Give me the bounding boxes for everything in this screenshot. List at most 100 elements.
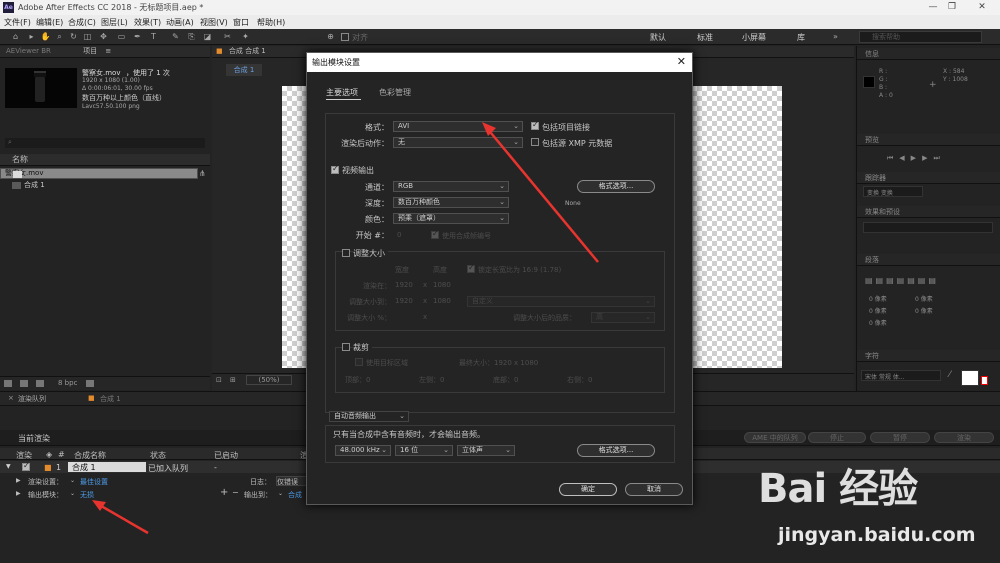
audio-output-select[interactable]: 自动音频输出 ⌄: [329, 411, 409, 422]
queue-in-ame-button[interactable]: AME 中的队列: [744, 432, 806, 443]
para-space-before[interactable]: 0 像素: [915, 306, 933, 315]
resize-preset-select[interactable]: 自定义 ⌄: [467, 296, 655, 307]
tab-main-options[interactable]: 主要选项: [326, 87, 358, 98]
hand-tool-icon[interactable]: ✋: [40, 32, 51, 42]
workspace-small-screen[interactable]: 小屏幕: [742, 32, 766, 43]
video-output-checkbox[interactable]: [331, 164, 339, 174]
header-index[interactable]: #: [58, 450, 65, 459]
para-first-line[interactable]: 0 像素: [869, 306, 887, 315]
menu-help[interactable]: 帮助(H): [257, 17, 285, 28]
maximize-icon[interactable]: ❐: [943, 1, 961, 13]
selection-tool-icon[interactable]: ▸: [26, 32, 37, 42]
chevron-down-icon[interactable]: ⌄: [278, 490, 283, 497]
item-comp-name[interactable]: 合成 1: [68, 462, 146, 472]
menu-edit[interactable]: 编辑(E): [36, 17, 63, 28]
remove-output-icon[interactable]: −: [232, 488, 239, 497]
crop-top[interactable]: 顶部：0: [345, 375, 370, 385]
tab-aeviewer[interactable]: AEViewer BR: [6, 47, 51, 55]
use-comp-frame-checkbox[interactable]: [431, 229, 439, 239]
project-item-clip[interactable]: 警察女.mov: [0, 168, 198, 179]
new-folder-icon[interactable]: [20, 380, 28, 387]
interpret-footage-icon[interactable]: [4, 380, 12, 387]
crop-right[interactable]: 右侧：0: [567, 375, 592, 385]
audio-rate-select[interactable]: 48.000 kHz ⌄: [335, 445, 391, 456]
pan-behind-tool-icon[interactable]: ✥: [98, 32, 109, 42]
effects-panel-title[interactable]: 效果和预设: [857, 206, 1000, 218]
tab-project[interactable]: 项目: [83, 47, 97, 55]
color-select[interactable]: 预乘（遮罩） ⌄: [393, 213, 509, 224]
snap-checkbox[interactable]: [341, 33, 349, 41]
depth-select[interactable]: 数百万种颜色 ⌄: [393, 197, 509, 208]
workspace-default[interactable]: 默认: [650, 32, 666, 43]
resize-quality-select[interactable]: 高 ⌄: [591, 312, 655, 323]
pen-tool-icon[interactable]: ✒: [132, 32, 143, 42]
start-frame-value[interactable]: 0: [397, 231, 401, 239]
clone-tool-icon[interactable]: ⎘: [186, 32, 197, 42]
roto-tool-icon[interactable]: ✂: [222, 32, 233, 42]
character-panel-title[interactable]: 字符: [857, 350, 1000, 362]
channels-select[interactable]: RGB ⌄: [393, 181, 509, 192]
render-checkbox[interactable]: [22, 461, 30, 471]
header-status[interactable]: 状态: [150, 450, 166, 461]
expand-icon[interactable]: ▶: [16, 477, 21, 484]
stop-button[interactable]: 停止: [808, 432, 866, 443]
chevron-down-icon[interactable]: ⌄: [70, 477, 75, 484]
render-settings-link[interactable]: 最佳设置: [80, 477, 108, 487]
home-icon[interactable]: ⌂: [10, 32, 21, 42]
ok-button[interactable]: 确定: [559, 483, 617, 496]
tracker-select[interactable]: 变换 变换: [863, 186, 923, 197]
effects-search-input[interactable]: [863, 222, 993, 233]
resize-checkbox[interactable]: [342, 249, 350, 257]
header-render[interactable]: 渲染: [16, 450, 32, 461]
paragraph-align-icons[interactable]: ▤▤▤▤▤▤▤: [865, 276, 939, 285]
playback-controls-icon[interactable]: ⏮◀▶▶⏭: [887, 154, 946, 163]
label-color-icon[interactable]: ■: [44, 463, 52, 472]
project-search-input[interactable]: ⌕: [5, 138, 205, 148]
expand-icon[interactable]: ▼: [6, 463, 11, 470]
fill-color-swatch[interactable]: [961, 370, 979, 386]
local-axis-icon[interactable]: ⊕: [325, 32, 336, 42]
menu-layer[interactable]: 图层(L): [101, 17, 128, 28]
close-icon[interactable]: ✕: [677, 55, 686, 68]
paragraph-panel-title[interactable]: 段落: [857, 254, 1000, 266]
font-select[interactable]: 宋体 常规 体...: [861, 370, 941, 381]
include-xmp-checkbox[interactable]: [531, 138, 539, 146]
output-module-link[interactable]: 无损: [80, 490, 94, 500]
header-comp-name[interactable]: 合成名称: [74, 450, 106, 461]
rectangle-tool-icon[interactable]: ▭: [116, 32, 127, 42]
info-panel-title[interactable]: 信息: [857, 48, 1000, 60]
para-indent-right[interactable]: 0 像素: [915, 294, 933, 303]
tab-render-queue[interactable]: 渲染队列: [18, 394, 46, 404]
menu-animation[interactable]: 动画(A): [166, 17, 194, 28]
text-tool-icon[interactable]: T: [148, 32, 159, 42]
zoom-select[interactable]: (50%): [246, 375, 292, 385]
post-render-select[interactable]: 无 ⌄: [393, 137, 523, 148]
output-to-link[interactable]: 合成: [288, 490, 302, 500]
menu-effect[interactable]: 效果(T): [134, 17, 161, 28]
tab-timeline-comp[interactable]: 合成 1: [100, 394, 121, 404]
menu-file[interactable]: 文件(F): [4, 17, 31, 28]
workspace-more-icon[interactable]: »: [830, 32, 841, 42]
header-label-icon[interactable]: ◈: [46, 450, 52, 459]
lock-aspect-checkbox[interactable]: [467, 263, 475, 273]
preview-panel-title[interactable]: 预览: [857, 134, 1000, 146]
brush-tool-icon[interactable]: ✎: [170, 32, 181, 42]
guides-icon[interactable]: ⊞: [230, 376, 236, 384]
tab-color-management[interactable]: 色彩管理: [379, 87, 411, 98]
close-icon[interactable]: ✕: [973, 1, 991, 13]
include-project-link-checkbox[interactable]: [531, 120, 539, 130]
cancel-button[interactable]: 取消: [625, 483, 683, 496]
expand-icon[interactable]: ▶: [16, 490, 21, 497]
workspace-standard[interactable]: 标准: [697, 32, 713, 43]
crop-left[interactable]: 左侧：0: [419, 375, 444, 385]
minimize-icon[interactable]: —: [924, 1, 942, 13]
crop-checkbox[interactable]: [342, 343, 350, 351]
header-started[interactable]: 已启动: [214, 450, 238, 461]
zoom-tool-icon[interactable]: ⌕: [54, 32, 65, 42]
menu-window[interactable]: 窗口: [233, 17, 249, 28]
delete-icon[interactable]: [86, 380, 94, 387]
new-composition-icon[interactable]: [36, 380, 44, 387]
para-space-after[interactable]: 0 像素: [869, 318, 887, 327]
menu-composition[interactable]: 合成(C): [68, 17, 96, 28]
bit-depth-label[interactable]: 8 bpc: [58, 379, 77, 387]
